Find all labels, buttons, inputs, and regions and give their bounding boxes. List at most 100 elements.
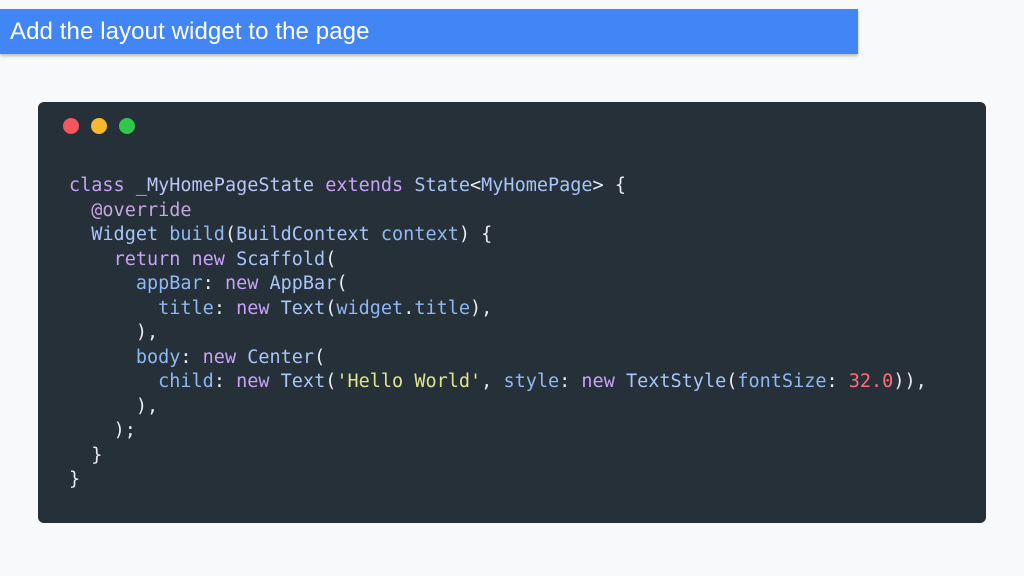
code-token-prop: widget — [336, 297, 404, 319]
code-token-punct: ( — [325, 297, 337, 319]
code-line: @override — [69, 199, 927, 224]
code-line: ), — [69, 321, 927, 346]
code-token-punct: > { — [592, 175, 626, 196]
code-token-punct: ( — [336, 273, 348, 294]
code-line: title: new Text(widget.title), — [69, 297, 927, 322]
code-token-keyword: new — [202, 346, 237, 368]
code-token-punct: : — [559, 371, 582, 392]
code-token-keyword: new — [581, 371, 615, 392]
code-line: ), — [69, 395, 927, 420]
code-token-keyword: extends — [325, 175, 404, 196]
code-token-type: MyHomePage — [481, 175, 593, 196]
code-token-prop: appBar — [135, 273, 203, 294]
slide-title: Add the layout widget to the page — [10, 17, 370, 45]
code-token-punct: ), — [135, 395, 159, 417]
code-token-punct: ( — [325, 248, 337, 270]
code-token-punct: } — [69, 469, 81, 490]
code-line: appBar: new AppBar( — [69, 272, 927, 297]
code-token-type: TextStyle — [625, 371, 727, 392]
code-token-punct: : — [180, 346, 203, 368]
code-token-punct: : — [213, 297, 237, 319]
code-token-punct: ) { — [458, 224, 493, 245]
code-token-punct: : — [826, 371, 849, 392]
code-block: class _MyHomePageState extends State<MyH… — [69, 174, 927, 493]
code-token-prop: style — [503, 371, 560, 392]
code-token-prop: build — [169, 224, 225, 245]
code-token-keyword: class — [69, 175, 125, 196]
code-token-punct: ( — [726, 371, 738, 392]
code-token-punct: ), — [135, 322, 159, 343]
code-token-keyword: return — [113, 248, 181, 270]
window-maximize-dot — [119, 118, 135, 134]
code-token-punct: : — [202, 273, 225, 294]
code-token-punct: )), — [893, 371, 927, 392]
code-token-type: Text — [280, 297, 326, 319]
code-line: class _MyHomePageState extends State<MyH… — [69, 174, 927, 199]
code-token-punct: . — [403, 297, 415, 319]
code-token-keyword: new — [224, 273, 259, 294]
code-token-prop: fontSize — [737, 371, 827, 392]
code-token-prop: title — [158, 297, 214, 319]
code-token-string: 'Hello World' — [336, 371, 482, 392]
code-token-class: _MyHomePageState — [135, 175, 315, 196]
code-token-prop: body — [135, 346, 181, 368]
code-token-punct: ); — [113, 420, 136, 441]
code-token-type: AppBar — [269, 273, 337, 294]
code-token-type: State — [414, 175, 471, 196]
code-token-punct: ( — [325, 371, 337, 392]
code-line: ); — [69, 419, 927, 444]
code-token-prop: context — [380, 224, 459, 245]
code-token-prop: child — [158, 371, 214, 392]
slide-title-banner: Add the layout widget to the page — [0, 9, 858, 54]
code-token-type: Center — [247, 346, 315, 368]
code-line: return new Scaffold( — [69, 248, 927, 273]
code-token-punct: , — [481, 371, 504, 392]
code-token-type: Widget — [91, 224, 159, 245]
code-token-punct: } — [91, 444, 103, 466]
code-token-keyword: new — [191, 248, 225, 270]
code-token-punct: ( — [224, 224, 237, 245]
code-line: Widget build(BuildContext context) { — [69, 223, 927, 248]
code-token-type: Scaffold — [236, 248, 326, 270]
code-line: child: new Text('Hello World', style: ne… — [69, 370, 927, 395]
code-line: } — [69, 444, 927, 469]
code-token-punct: ( — [314, 346, 326, 368]
code-token-punct: : — [213, 371, 237, 392]
code-token-keyword: new — [236, 371, 270, 392]
code-token-keyword: new — [236, 297, 270, 319]
window-close-dot — [63, 118, 79, 134]
window-minimize-dot — [91, 118, 107, 134]
code-token-punct: ), — [470, 297, 493, 319]
code-window: class _MyHomePageState extends State<MyH… — [38, 102, 986, 523]
code-token-punct: < — [470, 175, 482, 196]
code-token-annot: @override — [91, 199, 192, 221]
code-token-type: Text — [280, 371, 326, 392]
code-line: } — [69, 468, 927, 493]
code-token-type: BuildContext — [236, 224, 370, 245]
code-token-prop: title — [414, 297, 471, 319]
code-line: body: new Center( — [69, 346, 927, 371]
